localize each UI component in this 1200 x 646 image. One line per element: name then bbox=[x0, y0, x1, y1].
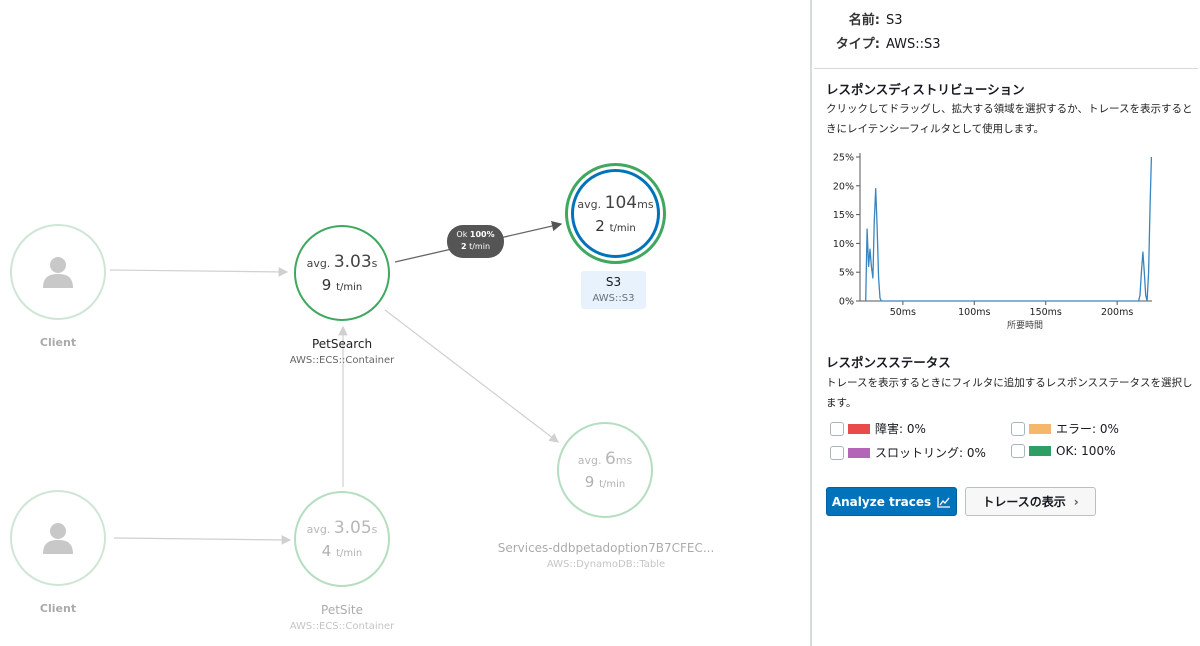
analyze-traces-button[interactable]: Analyze traces bbox=[826, 487, 957, 516]
type-label: タイプ: bbox=[835, 37, 880, 52]
edge-client2-petsite[interactable] bbox=[113, 535, 292, 545]
ok-swatch bbox=[1029, 446, 1051, 456]
service-map-canvas[interactable]: Client avg. 3.03s 9 t/min PetSearch AWS:… bbox=[0, 0, 810, 646]
y-tick-label: 20% bbox=[833, 181, 854, 192]
s3-label[interactable]: S3 AWS::S3 bbox=[581, 271, 646, 309]
x-tick-label: 150ms bbox=[1030, 307, 1062, 318]
distribution-description: クリックしてドラッグし、拡大する領域を選択するか、トレースを表示するときにレイテ… bbox=[826, 103, 1193, 135]
client-label: Client bbox=[39, 602, 77, 615]
traces-per-minute: 2 t/min bbox=[595, 216, 636, 235]
petsite-label[interactable]: PetSite AWS::ECS::Container bbox=[290, 603, 395, 632]
status-label: 障害: 0% bbox=[875, 422, 926, 436]
status-label: スロットリング: 0% bbox=[875, 446, 986, 460]
name-row: 名前: S3 bbox=[812, 9, 903, 28]
error-swatch bbox=[1029, 423, 1051, 434]
view-traces-label: トレースの表示 bbox=[982, 495, 1066, 509]
line-chart-icon bbox=[937, 496, 951, 508]
checkbox[interactable] bbox=[1011, 444, 1025, 458]
chevron-right-icon: › bbox=[1073, 494, 1079, 509]
avg-latency: avg. 3.05s bbox=[306, 518, 378, 538]
checkbox[interactable] bbox=[830, 445, 844, 460]
user-icon bbox=[43, 523, 73, 554]
x-tick-label: 50ms bbox=[890, 307, 916, 318]
traces-per-minute: 4 t/min bbox=[321, 542, 363, 560]
analyze-traces-label: Analyze traces bbox=[831, 494, 932, 509]
s3-node[interactable]: avg. 104ms 2 t/min bbox=[565, 163, 666, 264]
node-details-panel: 名前: S3 タイプ: AWS::S3 レスポンスディストリビューション クリックし… bbox=[810, 0, 1200, 646]
x-axis-label: 所要時間 bbox=[1007, 320, 1043, 331]
traces-per-minute: 9 t/min bbox=[584, 473, 626, 491]
checkbox[interactable] bbox=[830, 421, 844, 436]
fault-swatch bbox=[848, 423, 870, 434]
avg-latency: avg. 3.03s bbox=[306, 252, 378, 272]
dynamodb-node[interactable]: avg. 6ms 9 t/min bbox=[557, 422, 653, 518]
name-label: 名前: bbox=[848, 13, 880, 28]
response-distribution-chart[interactable]: 0% 5% 10% 15% 20% 25% 50ms 100ms 150ms 200ms 所要時間 bbox=[820, 146, 1160, 336]
y-tick-label: 5% bbox=[839, 268, 854, 279]
distribution-line bbox=[865, 156, 1153, 302]
petsite-node[interactable]: avg. 3.05s 4 t/min bbox=[294, 491, 390, 587]
client-label: Client bbox=[39, 336, 77, 349]
edge-client1-petsearch[interactable] bbox=[109, 267, 289, 277]
x-tick-label: 100ms bbox=[958, 307, 990, 318]
throttle-swatch bbox=[848, 447, 870, 458]
status-label: OK: 100% bbox=[1056, 444, 1116, 458]
status-fault-checkbox[interactable]: 障害: 0% bbox=[830, 420, 926, 437]
s3-selection-ring: avg. 104ms 2 t/min bbox=[571, 169, 660, 258]
petsearch-node[interactable]: avg. 3.03s 9 t/min bbox=[294, 225, 390, 321]
status-error-checkbox[interactable]: エラー: 0% bbox=[1011, 420, 1119, 437]
name-value: S3 bbox=[886, 13, 903, 28]
client-node[interactable] bbox=[10, 490, 106, 586]
traces-per-minute: 9 t/min bbox=[321, 276, 363, 294]
view-traces-button[interactable]: トレースの表示 › bbox=[965, 487, 1096, 516]
status-label: エラー: 0% bbox=[1056, 422, 1119, 436]
avg-latency: avg. 104ms bbox=[577, 192, 654, 213]
divider bbox=[814, 68, 1198, 69]
client-node[interactable] bbox=[10, 224, 106, 320]
type-value: AWS::S3 bbox=[886, 37, 941, 52]
y-tick-label: 25% bbox=[833, 153, 854, 164]
dynamodb-label[interactable]: Services-ddbpetadoption7B7CFEC... AWS::D… bbox=[498, 541, 715, 570]
status-description: トレースを表示するときにフィルタに追加するレスポンスステータスを選択します。 bbox=[826, 377, 1193, 409]
petsearch-label[interactable]: PetSearch AWS::ECS::Container bbox=[290, 337, 395, 366]
status-heading: レスポンスステータス bbox=[826, 355, 951, 370]
x-tick-label: 200ms bbox=[1101, 307, 1133, 318]
edge-petsearch-ddb[interactable] bbox=[384, 309, 559, 443]
type-row: タイプ: AWS::S3 bbox=[812, 33, 941, 52]
user-icon bbox=[43, 257, 73, 288]
edge-status-badge[interactable]: Ok 100% 2 t/min bbox=[447, 225, 504, 258]
status-throttle-checkbox[interactable]: スロットリング: 0% bbox=[830, 444, 986, 461]
avg-latency: avg. 6ms bbox=[577, 449, 633, 469]
y-tick-label: 15% bbox=[833, 210, 854, 221]
y-tick-label: 0% bbox=[839, 297, 854, 308]
y-tick-label: 10% bbox=[833, 239, 854, 250]
status-ok-checkbox[interactable]: OK: 100% bbox=[1011, 444, 1115, 458]
distribution-heading: レスポンスディストリビューション bbox=[826, 82, 1025, 97]
checkbox[interactable] bbox=[1011, 421, 1025, 436]
